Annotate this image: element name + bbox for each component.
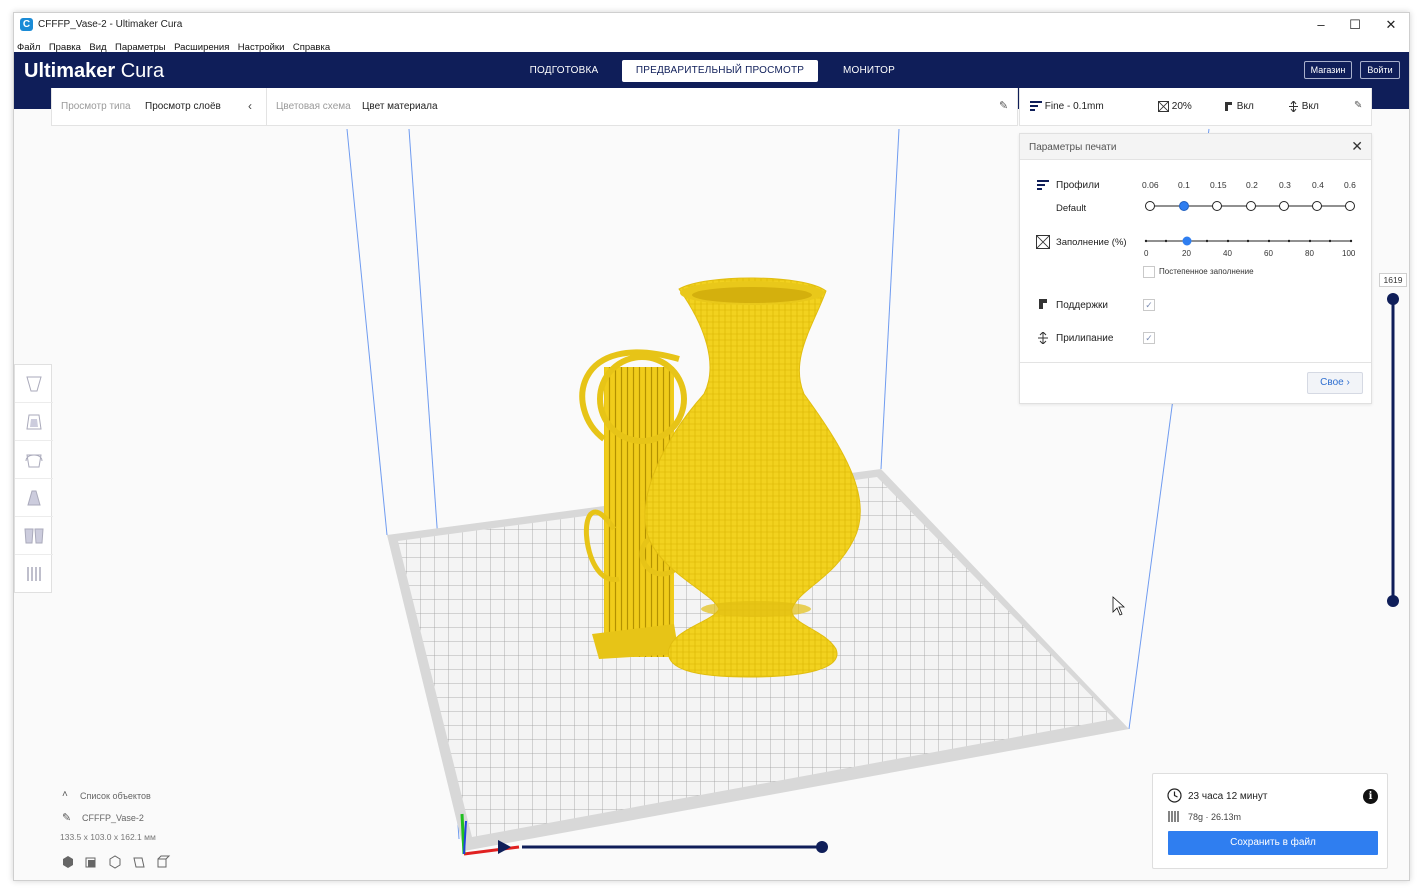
infill-summary[interactable]: 20% <box>1158 101 1192 112</box>
material-usage: 78g · 26.13m <box>1188 812 1242 822</box>
support-blocker-icon <box>27 567 41 581</box>
pencil-icon[interactable]: ✎ <box>999 99 1008 112</box>
spool-icon <box>1168 811 1179 822</box>
chevron-up-icon[interactable]: ˄ <box>62 789 68 800</box>
marketplace-button[interactable]: Магазин <box>1304 61 1352 79</box>
per-model-settings-button[interactable] <box>15 517 53 555</box>
object-dimensions: 133.5 x 103.0 x 162.1 мм <box>60 832 156 842</box>
layer-height-label: 0.1 <box>1178 180 1190 190</box>
adhesion-summary[interactable]: Вкл <box>1288 101 1319 112</box>
tab-preview[interactable]: ПРЕДВАРИТЕЛЬНЫЙ ПРОСМОТР <box>622 60 818 82</box>
rotate-tool-button[interactable] <box>15 441 53 479</box>
tab-prepare[interactable]: ПОДГОТОВКА <box>519 60 609 82</box>
color-scheme-dropdown[interactable]: Цвет материала <box>362 101 438 112</box>
view-orientation-buttons[interactable] <box>62 855 172 869</box>
scale-tool-button[interactable] <box>15 403 53 441</box>
infill-tick-label: 80 <box>1305 249 1314 258</box>
view-type-label: Просмотр типа <box>61 101 131 112</box>
move-tool-button[interactable] <box>15 365 53 403</box>
minimize-button[interactable]: – <box>1304 13 1338 37</box>
layer-height-label: 0.2 <box>1246 180 1258 190</box>
gradual-infill-label: Постепенное заполнение <box>1159 267 1254 276</box>
infill-tick-label: 0 <box>1144 249 1149 258</box>
adhesion-icon <box>1289 101 1298 112</box>
view-type-dropdown[interactable]: Просмотр слоёв <box>145 101 221 112</box>
adhesion-checkbox[interactable]: ✓ <box>1143 332 1155 344</box>
application-window: C CFFFP_Vase-2 - Ultimaker Cura – ☐ ✕ Фа… <box>13 12 1410 881</box>
infill-label: Заполнение (%) <box>1056 237 1127 248</box>
job-specs-panel: 23 часа 12 минут i 78g · 26.13m Сохранит… <box>1152 773 1388 869</box>
support-summary[interactable]: Вкл <box>1223 101 1254 112</box>
gradual-infill-checkbox[interactable] <box>1143 266 1155 278</box>
maximize-button[interactable]: ☐ <box>1338 13 1372 37</box>
profile-name: Default <box>1056 203 1087 214</box>
adhesion-icon <box>1038 332 1048 344</box>
infill-tick-label: 100 <box>1342 249 1356 258</box>
close-window-button[interactable]: ✕ <box>1374 13 1408 37</box>
info-icon[interactable]: i <box>1363 789 1378 804</box>
print-time: 23 часа 12 минут <box>1188 791 1268 802</box>
tab-monitor[interactable]: МОНИТОР <box>829 60 909 82</box>
infill-slider[interactable] <box>1142 234 1356 248</box>
pencil-icon: ✎ <box>62 812 72 824</box>
infill-tick-label: 20 <box>1182 249 1191 258</box>
menu-bar: Файл Правка Вид Параметры Расширения Нас… <box>14 37 1409 53</box>
support-icon <box>1039 299 1047 309</box>
color-scheme-label: Цветовая схема <box>276 101 351 112</box>
support-checkbox[interactable]: ✓ <box>1143 299 1155 311</box>
profile-icon <box>1037 180 1049 190</box>
layer-height-label: 0.15 <box>1210 180 1227 190</box>
chevron-left-icon[interactable]: ‹ <box>248 99 252 113</box>
mirror-icon <box>27 490 41 506</box>
close-icon[interactable]: ✕ <box>1351 138 1363 155</box>
panel-title: Параметры печати <box>1029 142 1117 153</box>
move-icon <box>26 376 42 392</box>
adhesion-label: Прилипание <box>1056 333 1114 344</box>
profile-icon <box>1030 101 1042 112</box>
print-settings-panel: Параметры печати ✕ Профили Default 0.06 … <box>1019 133 1372 404</box>
ultimaker-cura-logo: Ultimaker Cura <box>24 60 165 82</box>
support-icon <box>1225 102 1232 111</box>
clock-icon <box>1167 788 1182 803</box>
object-name[interactable]: CFFFP_Vase-2 <box>82 813 144 823</box>
object-list-header[interactable]: Список объектов <box>80 791 151 801</box>
infill-icon <box>1158 101 1169 112</box>
layer-number-field[interactable]: 1619 <box>1379 273 1407 287</box>
per-model-settings-icon <box>24 528 44 544</box>
mirror-tool-button[interactable] <box>15 479 53 517</box>
infill-icon <box>1036 235 1050 249</box>
print-setup-toolbar[interactable]: Fine - 0.1mm 20% Вкл Вкл ✎ <box>1019 88 1372 126</box>
save-to-file-button[interactable]: Сохранить в файл <box>1168 831 1378 855</box>
title-bar: C CFFFP_Vase-2 - Ultimaker Cura – ☐ ✕ <box>14 13 1409 37</box>
support-label: Поддержки <box>1056 300 1108 311</box>
infill-tick-label: 40 <box>1223 249 1232 258</box>
rotate-icon <box>25 454 43 468</box>
profile-summary[interactable]: Fine - 0.1mm <box>1030 101 1104 112</box>
scale-icon <box>26 414 42 430</box>
sign-in-button[interactable]: Войти <box>1360 61 1400 79</box>
layer-height-label: 0.4 <box>1312 180 1324 190</box>
layer-height-slider[interactable] <box>1140 196 1362 216</box>
layer-height-label: 0.3 <box>1279 180 1291 190</box>
layer-height-label: 0.06 <box>1142 180 1159 190</box>
transform-tools <box>14 364 53 593</box>
cura-app-icon: C <box>20 18 33 31</box>
infill-tick-label: 60 <box>1264 249 1273 258</box>
pencil-icon[interactable]: ✎ <box>1354 100 1362 111</box>
support-blocker-button[interactable] <box>15 555 53 593</box>
profiles-label: Профили <box>1056 180 1100 191</box>
view-toolbar: Просмотр типа Просмотр слоёв ‹ Цветовая … <box>51 88 1018 126</box>
layer-height-label: 0.6 <box>1344 180 1356 190</box>
window-title: CFFFP_Vase-2 - Ultimaker Cura <box>38 19 183 30</box>
custom-settings-button[interactable]: Свое › <box>1307 372 1363 394</box>
